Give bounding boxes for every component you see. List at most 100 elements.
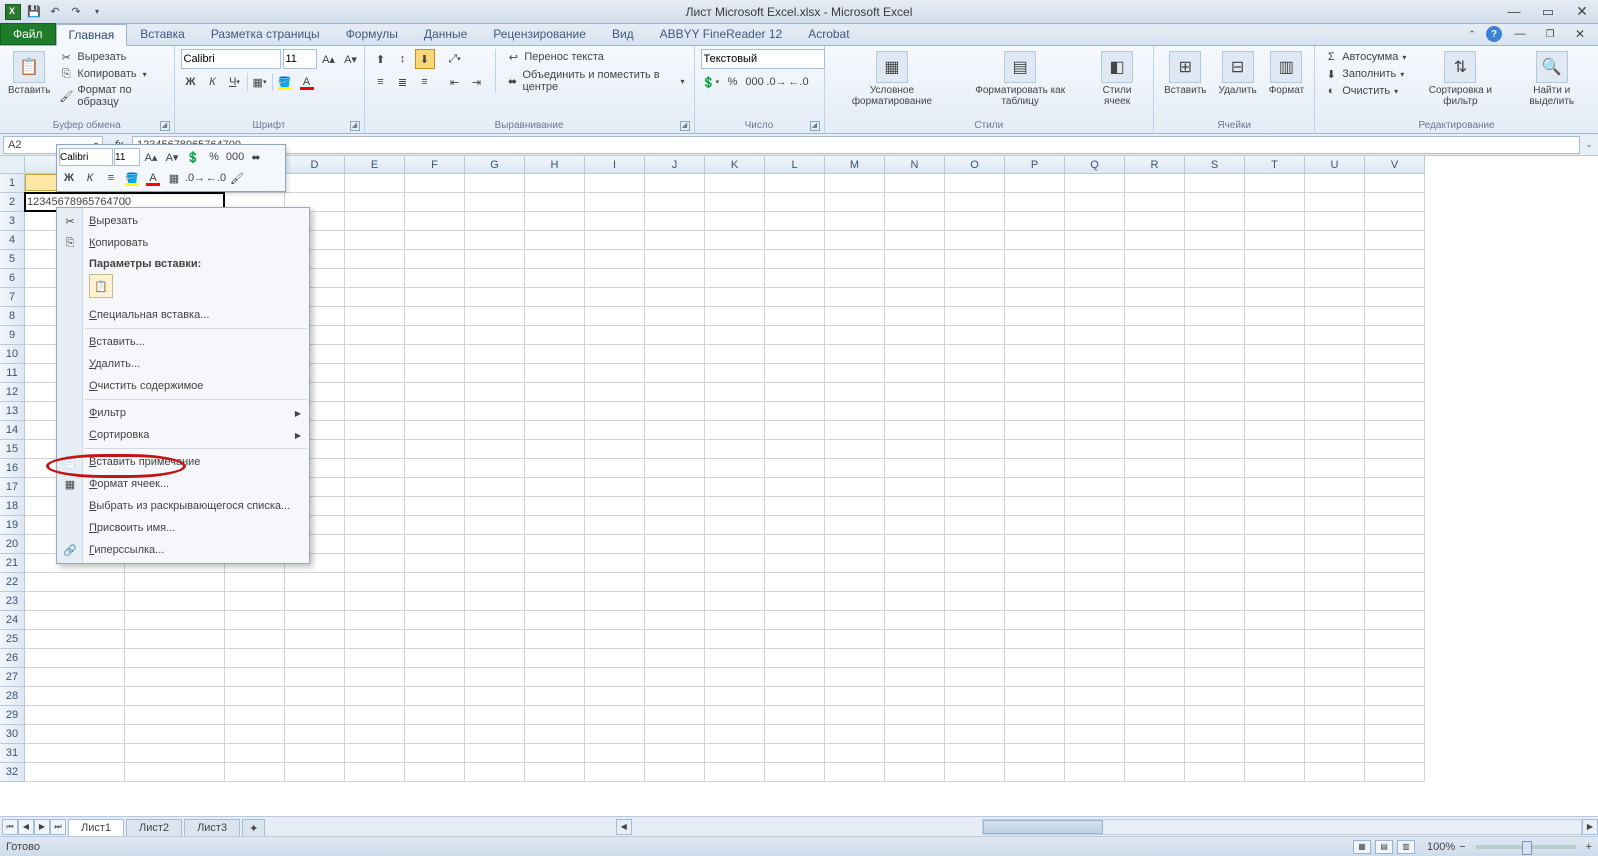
cell-Q32[interactable]	[1065, 763, 1125, 782]
cell-Q18[interactable]	[1065, 497, 1125, 516]
col-header-M[interactable]: M	[825, 156, 885, 174]
cell-U18[interactable]	[1305, 497, 1365, 516]
cell-T1[interactable]	[1245, 174, 1305, 193]
cell-E4[interactable]	[345, 231, 405, 250]
cell-K18[interactable]	[705, 497, 765, 516]
row-header-2[interactable]: 2	[0, 193, 25, 212]
cell-I18[interactable]	[585, 497, 645, 516]
col-header-S[interactable]: S	[1185, 156, 1245, 174]
cell-Q8[interactable]	[1065, 307, 1125, 326]
cell-U4[interactable]	[1305, 231, 1365, 250]
cell-I14[interactable]	[585, 421, 645, 440]
cell-H24[interactable]	[525, 611, 585, 630]
cell-J7[interactable]	[645, 288, 705, 307]
cell-U29[interactable]	[1305, 706, 1365, 725]
cell-Q10[interactable]	[1065, 345, 1125, 364]
cell-V20[interactable]	[1365, 535, 1425, 554]
row-header-7[interactable]: 7	[0, 288, 25, 307]
redo-icon[interactable]: ↷	[67, 3, 85, 21]
cell-U27[interactable]	[1305, 668, 1365, 687]
cell-F31[interactable]	[405, 744, 465, 763]
cell-Q6[interactable]	[1065, 269, 1125, 288]
cell-C24[interactable]	[225, 611, 285, 630]
context-menu-item[interactable]: ✂Вырезать	[57, 210, 309, 232]
cell-O8[interactable]	[945, 307, 1005, 326]
cell-S6[interactable]	[1185, 269, 1245, 288]
cell-T7[interactable]	[1245, 288, 1305, 307]
row-header-26[interactable]: 26	[0, 649, 25, 668]
context-menu-item[interactable]: ▦Формат ячеек...	[57, 473, 309, 495]
cell-E32[interactable]	[345, 763, 405, 782]
cell-M15[interactable]	[825, 440, 885, 459]
context-menu-item[interactable]: Выбрать из раскрывающегося списка...	[57, 495, 309, 517]
cell-G15[interactable]	[465, 440, 525, 459]
cell-J30[interactable]	[645, 725, 705, 744]
row-header-23[interactable]: 23	[0, 592, 25, 611]
cell-T24[interactable]	[1245, 611, 1305, 630]
cell-G3[interactable]	[465, 212, 525, 231]
cell-M6[interactable]	[825, 269, 885, 288]
mini-decrease-font-icon[interactable]: A▾	[162, 147, 182, 167]
cell-J23[interactable]	[645, 592, 705, 611]
mini-merge-icon[interactable]: ⬌	[246, 147, 266, 167]
row-header-5[interactable]: 5	[0, 250, 25, 269]
cell-V27[interactable]	[1365, 668, 1425, 687]
cell-V6[interactable]	[1365, 269, 1425, 288]
cell-M11[interactable]	[825, 364, 885, 383]
cell-I17[interactable]	[585, 478, 645, 497]
cell-V18[interactable]	[1365, 497, 1425, 516]
sheet-nav-last[interactable]: ⏭	[50, 819, 66, 835]
cell-V2[interactable]	[1365, 193, 1425, 212]
sort-filter-button[interactable]: ⇅Сортировка и фильтр	[1413, 49, 1507, 109]
align-right-icon[interactable]: ≡	[415, 72, 435, 92]
cell-L29[interactable]	[765, 706, 825, 725]
cell-O19[interactable]	[945, 516, 1005, 535]
mini-format-painter-icon[interactable]: 🖌	[227, 168, 247, 188]
cell-L23[interactable]	[765, 592, 825, 611]
cell-O11[interactable]	[945, 364, 1005, 383]
context-menu-item[interactable]: Вставить...	[57, 331, 309, 353]
cell-F14[interactable]	[405, 421, 465, 440]
cell-Q29[interactable]	[1065, 706, 1125, 725]
cell-Q11[interactable]	[1065, 364, 1125, 383]
mini-bold-button[interactable]: Ж	[59, 168, 79, 188]
cell-B31[interactable]	[125, 744, 225, 763]
cell-S7[interactable]	[1185, 288, 1245, 307]
tab-insert[interactable]: Вставка	[127, 23, 198, 45]
cell-G14[interactable]	[465, 421, 525, 440]
cell-N1[interactable]	[885, 174, 945, 193]
align-bottom-icon[interactable]: ⬇	[415, 49, 435, 69]
cell-E15[interactable]	[345, 440, 405, 459]
cell-N3[interactable]	[885, 212, 945, 231]
cell-S29[interactable]	[1185, 706, 1245, 725]
cell-N29[interactable]	[885, 706, 945, 725]
cell-K14[interactable]	[705, 421, 765, 440]
cell-N11[interactable]	[885, 364, 945, 383]
row-header-17[interactable]: 17	[0, 478, 25, 497]
cell-V28[interactable]	[1365, 687, 1425, 706]
cell-J32[interactable]	[645, 763, 705, 782]
cell-O6[interactable]	[945, 269, 1005, 288]
row-header-14[interactable]: 14	[0, 421, 25, 440]
cell-E12[interactable]	[345, 383, 405, 402]
cell-O2[interactable]	[945, 193, 1005, 212]
cell-G24[interactable]	[465, 611, 525, 630]
cell-J19[interactable]	[645, 516, 705, 535]
cell-R32[interactable]	[1125, 763, 1185, 782]
tab-view[interactable]: Вид	[599, 23, 647, 45]
row-header-18[interactable]: 18	[0, 497, 25, 516]
cell-B32[interactable]	[125, 763, 225, 782]
cell-N31[interactable]	[885, 744, 945, 763]
italic-button[interactable]: К	[203, 72, 223, 92]
cell-M19[interactable]	[825, 516, 885, 535]
cell-U14[interactable]	[1305, 421, 1365, 440]
cell-O13[interactable]	[945, 402, 1005, 421]
cell-J6[interactable]	[645, 269, 705, 288]
cell-E13[interactable]	[345, 402, 405, 421]
cell-M18[interactable]	[825, 497, 885, 516]
mini-increase-font-icon[interactable]: A▴	[141, 147, 161, 167]
cell-H5[interactable]	[525, 250, 585, 269]
cell-V30[interactable]	[1365, 725, 1425, 744]
cell-R12[interactable]	[1125, 383, 1185, 402]
cell-J11[interactable]	[645, 364, 705, 383]
